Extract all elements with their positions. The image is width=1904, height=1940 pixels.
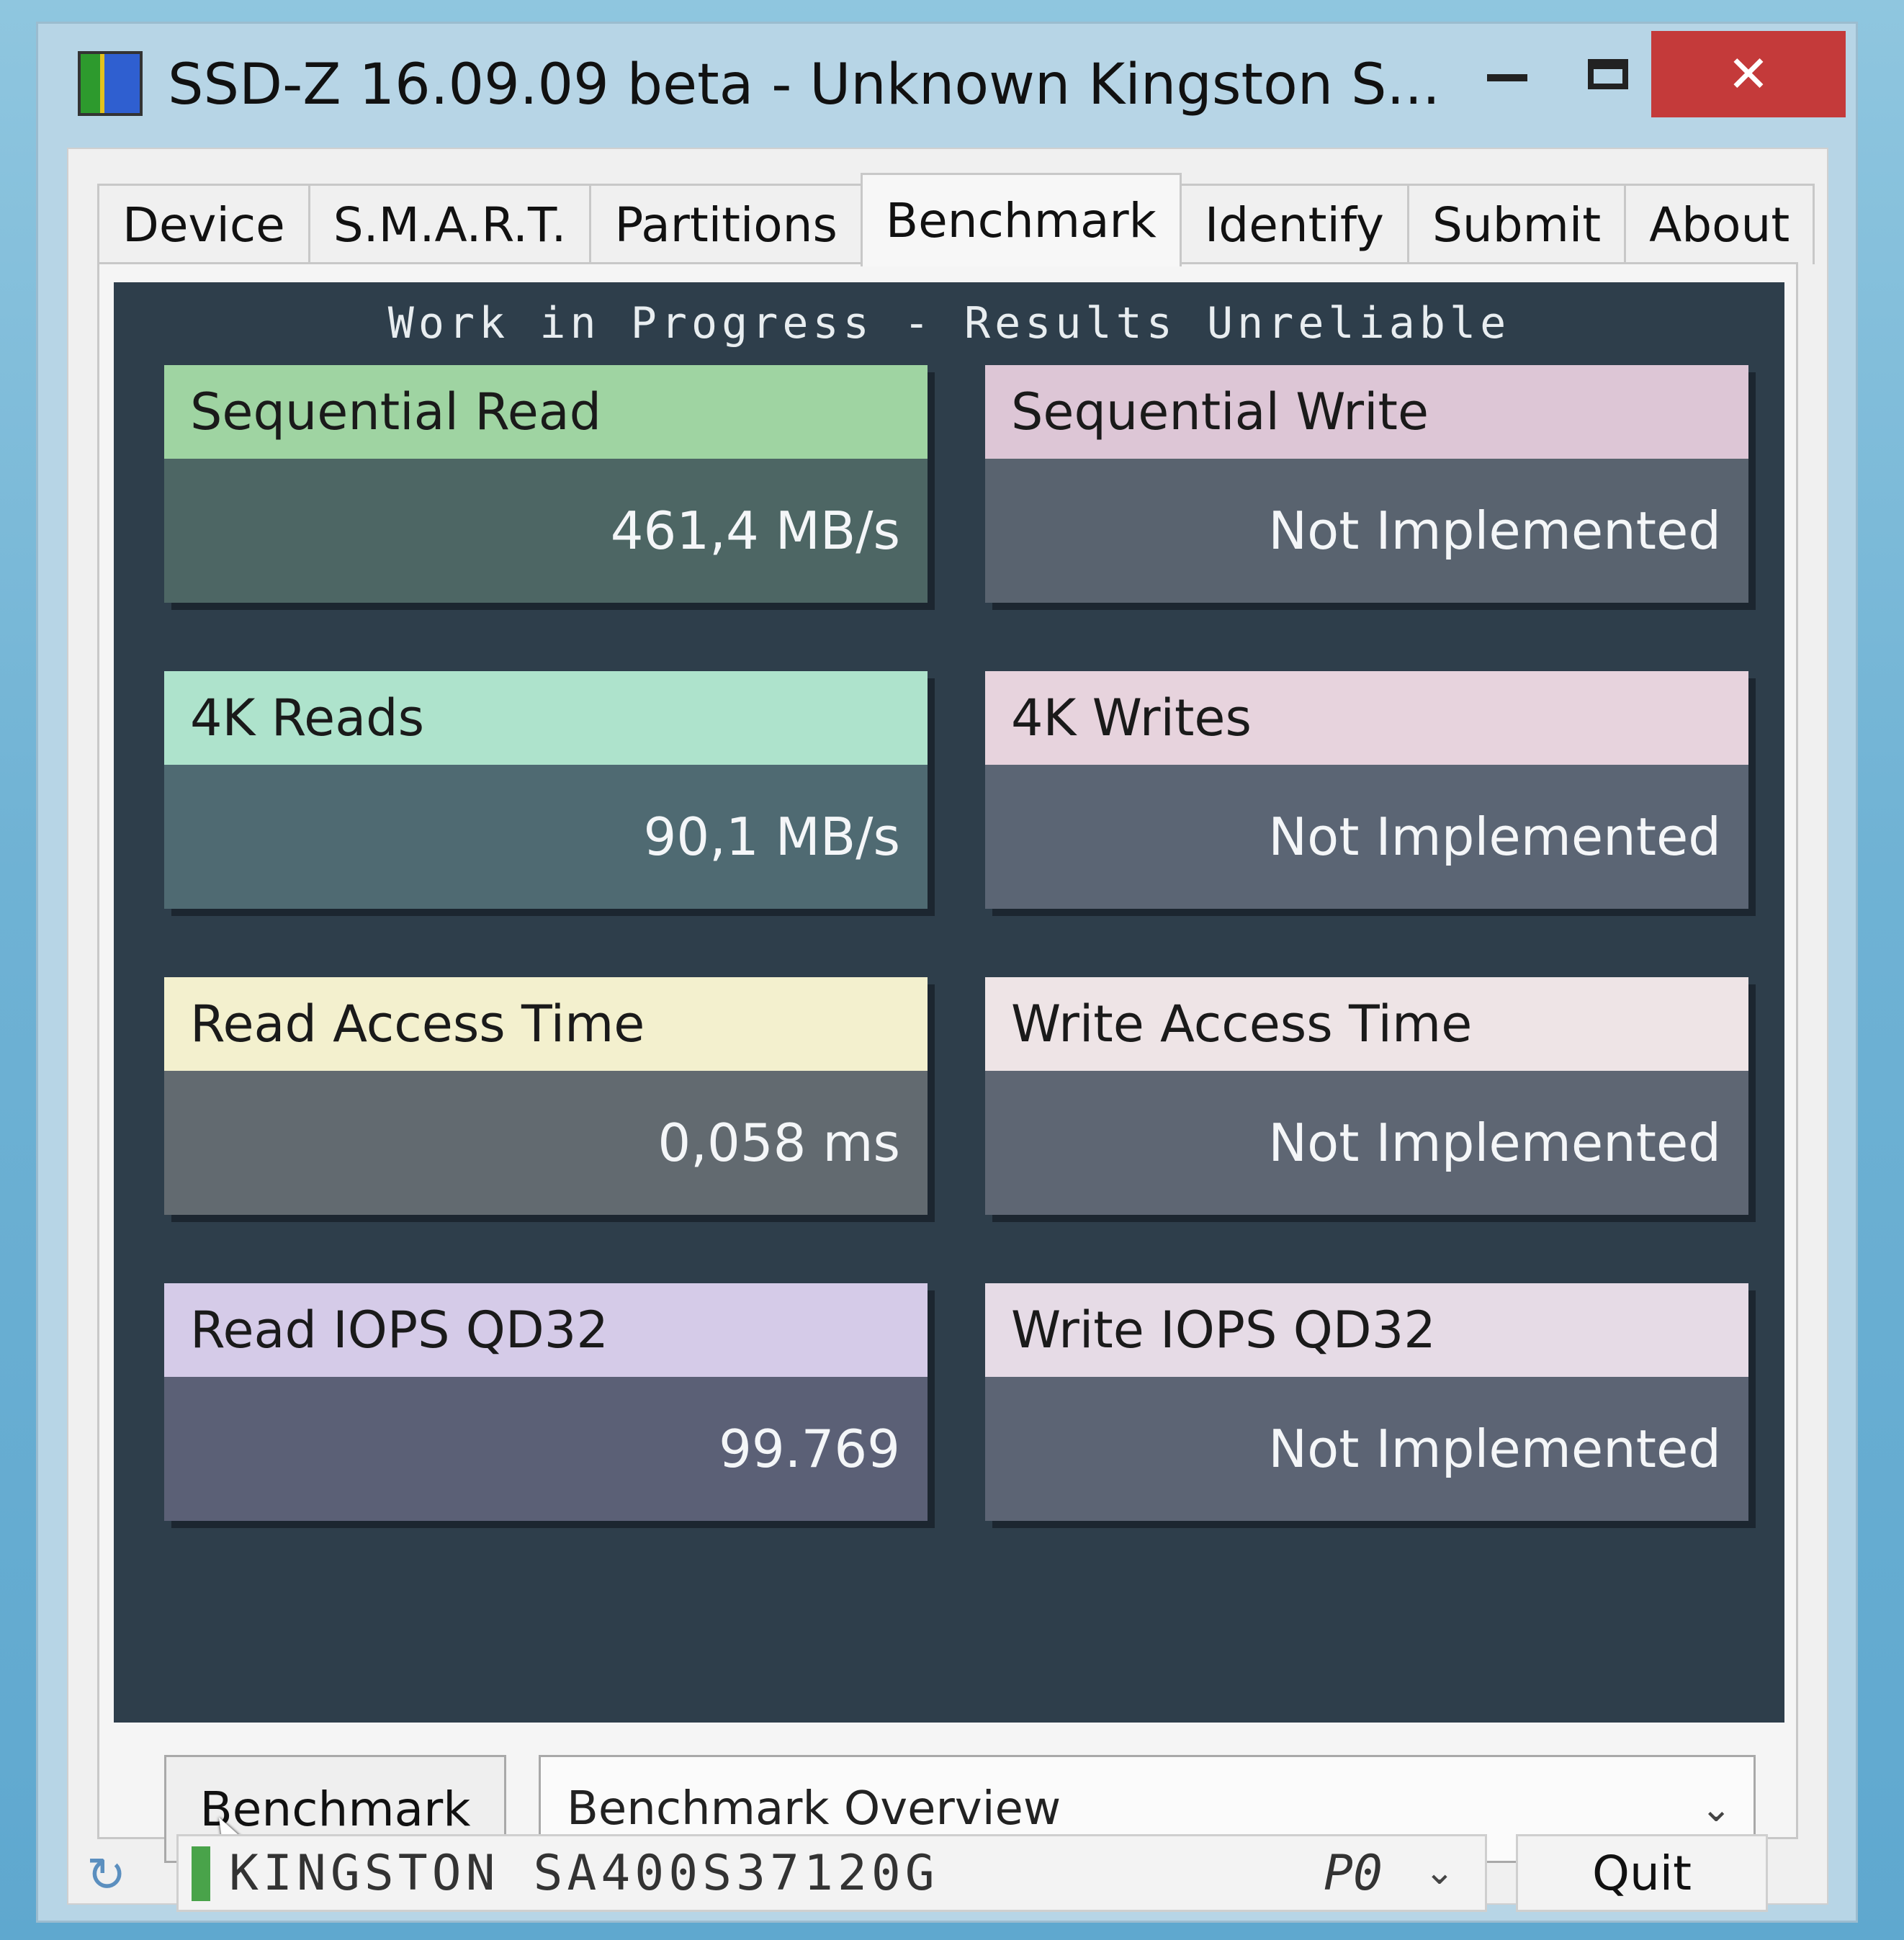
tab-identify[interactable]: Identify	[1179, 184, 1409, 264]
close-button[interactable]: ✕	[1651, 31, 1846, 117]
app-icon[interactable]	[78, 51, 143, 116]
tab-strip: Device S.M.A.R.T. Partitions Benchmark I…	[97, 171, 1815, 266]
refresh-icon[interactable]: ↻	[86, 1850, 137, 1900]
status-bar: ↻ KINGSTON SA400S37120G P0 ⌄ Quit	[68, 1834, 1827, 1912]
card-value: Not Implemented	[985, 1377, 1748, 1521]
card-write-access-time: Write Access Time Not Implemented	[985, 977, 1748, 1215]
quit-button-label: Quit	[1592, 1845, 1692, 1901]
tab-about[interactable]: About	[1624, 184, 1815, 264]
chevron-down-icon: ⌄	[1700, 1787, 1732, 1831]
quit-button[interactable]: Quit	[1516, 1834, 1768, 1912]
card-title: 4K Writes	[985, 671, 1748, 765]
card-title: Sequential Write	[985, 365, 1748, 459]
app-window: SSD-Z 16.09.09 beta - Unknown Kingston S…	[36, 22, 1858, 1923]
card-value: 90,1 MB/s	[164, 765, 928, 909]
benchmark-mode-value: Benchmark Overview	[567, 1782, 1061, 1836]
tab-partitions[interactable]: Partitions	[589, 184, 863, 264]
card-title: Read Access Time	[164, 977, 928, 1071]
card-title: 4K Reads	[164, 671, 928, 765]
card-read-iops-qd32: Read IOPS QD32 99.769	[164, 1283, 928, 1521]
card-value: 461,4 MB/s	[164, 459, 928, 603]
card-value: Not Implemented	[985, 1071, 1748, 1215]
card-value: 0,058 ms	[164, 1071, 928, 1215]
card-read-access-time: Read Access Time 0,058 ms	[164, 977, 928, 1215]
tab-submit[interactable]: Submit	[1406, 184, 1627, 264]
card-write-iops-qd32: Write IOPS QD32 Not Implemented	[985, 1283, 1748, 1521]
card-4k-reads: 4K Reads 90,1 MB/s	[164, 671, 928, 909]
close-icon: ✕	[1727, 45, 1770, 104]
tab-device[interactable]: Device	[97, 184, 310, 264]
drive-select[interactable]: KINGSTON SA400S37120G P0 ⌄	[176, 1834, 1487, 1912]
card-title: Write IOPS QD32	[985, 1283, 1748, 1377]
drive-port: P0	[1324, 1845, 1383, 1902]
card-value: 99.769	[164, 1377, 928, 1521]
tab-benchmark[interactable]: Benchmark	[860, 173, 1182, 266]
card-title: Sequential Read	[164, 365, 928, 459]
card-sequential-read: Sequential Read 461,4 MB/s	[164, 365, 928, 603]
minimize-icon	[1487, 74, 1527, 81]
client-area: Device S.M.A.R.T. Partitions Benchmark I…	[67, 148, 1828, 1912]
work-in-progress-notice: Work in Progress - Results Unreliable	[387, 298, 1511, 349]
benchmark-page: Work in Progress - Results Unreliable Se…	[97, 262, 1798, 1863]
tab-smart[interactable]: S.M.A.R.T.	[307, 184, 592, 264]
card-sequential-write: Sequential Write Not Implemented	[985, 365, 1748, 603]
drive-status-led	[192, 1846, 210, 1901]
card-4k-writes: 4K Writes Not Implemented	[985, 671, 1748, 909]
card-title: Read IOPS QD32	[164, 1283, 928, 1377]
maximize-icon	[1588, 59, 1628, 89]
chevron-down-icon: ⌄	[1424, 1851, 1455, 1892]
benchmark-panel: Work in Progress - Results Unreliable Se…	[114, 282, 1784, 1863]
drive-name: KINGSTON SA400S37120G	[229, 1845, 939, 1902]
card-value: Not Implemented	[985, 459, 1748, 603]
card-title: Write Access Time	[985, 977, 1748, 1071]
card-value: Not Implemented	[985, 765, 1748, 909]
title-bar[interactable]: SSD-Z 16.09.09 beta - Unknown Kingston S…	[38, 24, 1856, 146]
window-title: SSD-Z 16.09.09 beta - Unknown Kingston S…	[168, 53, 1440, 117]
